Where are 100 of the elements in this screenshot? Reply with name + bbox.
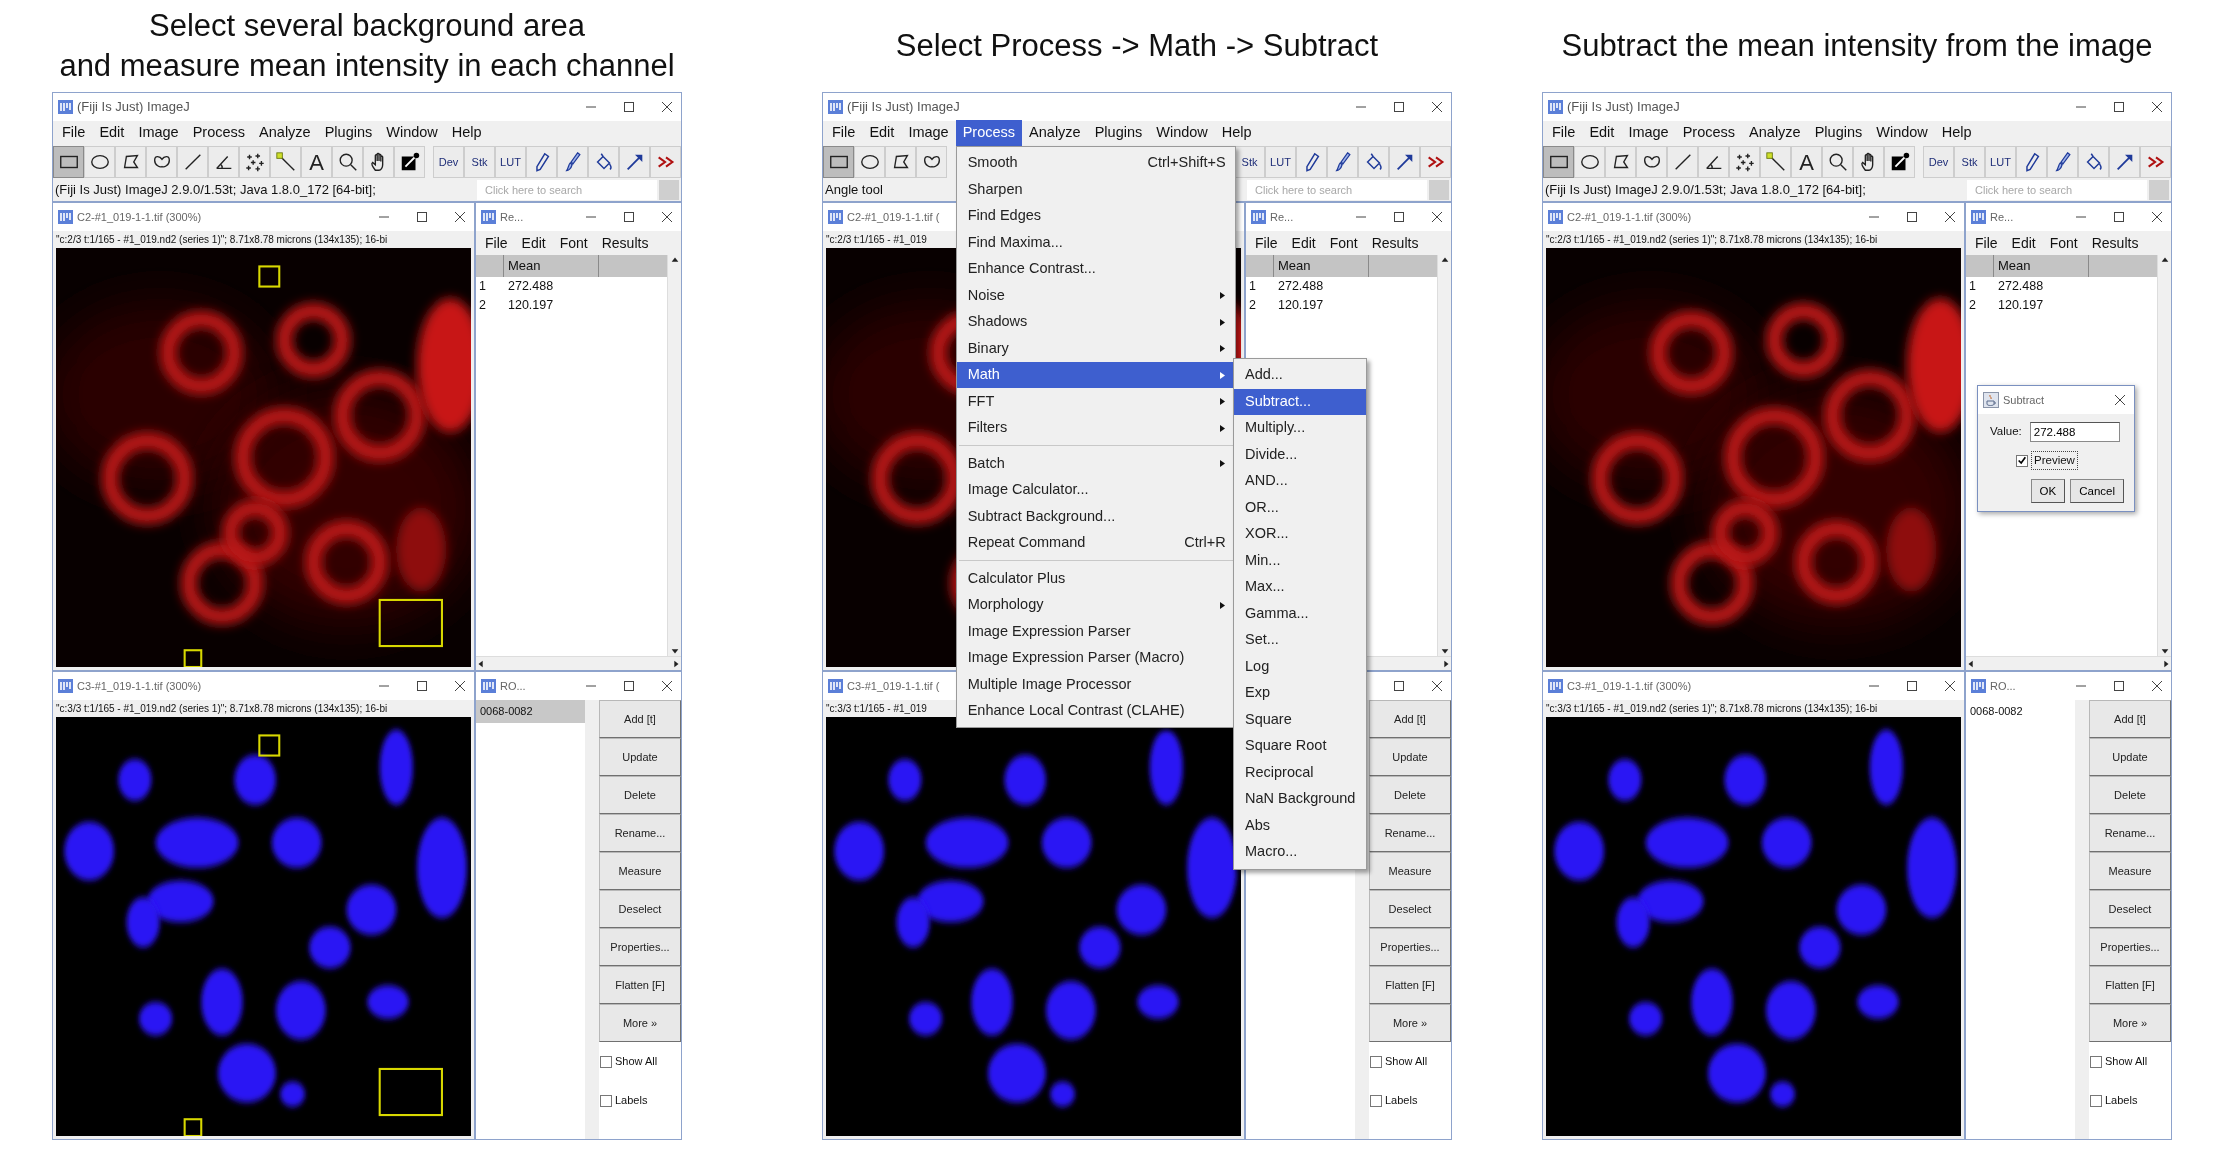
maximize-icon[interactable] <box>2113 680 2125 692</box>
tool-button[interactable]: LUT <box>1265 146 1296 178</box>
menu-item[interactable]: Smooth Ctrl+Shift+S <box>956 149 1235 177</box>
menu-item[interactable]: Multiply... <box>1234 415 1366 442</box>
command-button[interactable]: More » <box>599 1004 681 1042</box>
tool-button[interactable]: A <box>1791 146 1822 178</box>
tool-button[interactable] <box>1636 146 1667 178</box>
menu-item[interactable]: Binary <box>956 335 1235 362</box>
command-button[interactable]: Delete <box>2089 776 2171 814</box>
menu-item[interactable]: Morphology <box>956 591 1235 619</box>
menu-item[interactable]: Process <box>955 120 1023 146</box>
scroll-right-icon[interactable] <box>2161 658 2171 669</box>
maximize-icon[interactable] <box>623 211 635 223</box>
checkbox[interactable] <box>1370 1055 1382 1068</box>
tool-button[interactable] <box>2016 146 2047 178</box>
menu-item[interactable]: File <box>825 120 863 146</box>
close-icon[interactable] <box>1944 211 1956 223</box>
menu-item[interactable]: Subtract Background... <box>956 503 1235 530</box>
list-item[interactable]: 0068-0082 <box>1966 700 2075 723</box>
menu-item[interactable]: Sharpen <box>956 176 1235 203</box>
command-button[interactable]: Flatten [F] <box>2089 966 2171 1004</box>
menu-item[interactable]: Window <box>379 120 445 146</box>
maximize-icon[interactable] <box>1906 211 1918 223</box>
menu-item[interactable]: Image <box>1621 120 1676 146</box>
roi-outline[interactable] <box>378 598 443 648</box>
close-icon[interactable] <box>1944 680 1956 692</box>
tool-button[interactable] <box>1327 146 1358 178</box>
tool-button[interactable] <box>1420 146 1451 178</box>
menu-item[interactable]: Image <box>131 120 186 146</box>
tool-button[interactable] <box>363 146 394 178</box>
command-button[interactable]: Deselect <box>2089 890 2171 928</box>
menu-item[interactable]: Find Maxima... <box>956 229 1235 256</box>
menu-item[interactable]: Abs <box>1234 812 1366 839</box>
tool-button[interactable]: LUT <box>1985 146 2016 178</box>
menu-item[interactable]: Calculator Plus <box>956 565 1235 592</box>
menu-item[interactable]: Square Root <box>1234 733 1366 760</box>
menu-item[interactable]: File <box>1545 120 1583 146</box>
maximize-icon[interactable] <box>623 101 635 113</box>
menu-item[interactable]: File <box>1968 230 2005 256</box>
tool-button[interactable] <box>394 146 425 178</box>
command-button[interactable]: More » <box>2089 1004 2171 1042</box>
menu-item[interactable]: Image Expression Parser <box>956 618 1235 645</box>
menu-item[interactable]: Gamma... <box>1234 600 1366 627</box>
menu-item[interactable]: Enhance Contrast... <box>956 255 1235 283</box>
command-button[interactable]: Deselect <box>599 890 681 928</box>
command-button[interactable]: Flatten [F] <box>1369 966 1451 1004</box>
maximize-icon[interactable] <box>2113 211 2125 223</box>
menu-item[interactable]: Min... <box>1234 547 1366 574</box>
command-button[interactable]: Flatten [F] <box>599 966 681 1004</box>
tool-button[interactable] <box>1884 146 1915 178</box>
menu-item[interactable]: Enhance Local Contrast (CLAHE) <box>956 697 1235 725</box>
vertical-scrollbar[interactable] <box>1437 255 1451 656</box>
menu-item[interactable]: Help <box>444 120 489 146</box>
menu-item[interactable]: Subtract... <box>1234 388 1366 415</box>
tool-button[interactable] <box>1296 146 1327 178</box>
tool-button[interactable]: Stk <box>1234 146 1265 178</box>
command-button[interactable]: Update <box>1369 738 1451 776</box>
checkbox[interactable] <box>600 1094 612 1107</box>
maximize-icon[interactable] <box>2113 101 2125 113</box>
tool-button[interactable] <box>332 146 363 178</box>
scroll-up-icon[interactable] <box>2159 255 2170 265</box>
roi-outline[interactable] <box>258 734 281 757</box>
menu-item[interactable]: Noise <box>956 282 1235 309</box>
tool-button[interactable] <box>2109 146 2140 178</box>
tool-button[interactable]: Stk <box>464 146 495 178</box>
scroll-right-icon[interactable] <box>671 658 681 669</box>
tool-button[interactable] <box>53 146 84 178</box>
menu-item[interactable]: Font <box>1322 230 1365 256</box>
menu-item[interactable]: Edit <box>1582 120 1622 146</box>
tool-button[interactable] <box>1698 146 1729 178</box>
maximize-icon[interactable] <box>1393 680 1405 692</box>
menu-item[interactable]: Font <box>552 230 595 256</box>
menu-item[interactable]: Edit <box>92 120 132 146</box>
maximize-icon[interactable] <box>416 211 428 223</box>
menu-item[interactable]: XOR... <box>1234 521 1366 548</box>
menu-item[interactable]: Process <box>1675 120 1743 146</box>
menu-item[interactable]: Edit <box>1284 230 1323 256</box>
menu-item[interactable]: File <box>55 120 93 146</box>
command-button[interactable]: Update <box>2089 738 2171 776</box>
tool-button[interactable] <box>2078 146 2109 178</box>
menu-item[interactable]: Square <box>1234 706 1366 733</box>
close-icon[interactable] <box>661 680 673 692</box>
menu-item[interactable]: Reciprocal <box>1234 759 1366 786</box>
menu-item[interactable]: Repeat Command Ctrl+R <box>956 529 1235 557</box>
roi-outline[interactable] <box>183 649 203 667</box>
command-button[interactable]: Measure <box>599 852 681 890</box>
roi-outline[interactable] <box>378 1067 443 1117</box>
maximize-icon[interactable] <box>416 680 428 692</box>
command-button[interactable]: Update <box>599 738 681 776</box>
command-button[interactable]: More » <box>1369 1004 1451 1042</box>
tool-button[interactable] <box>208 146 239 178</box>
search-field[interactable]: Click here to search <box>1247 180 1427 200</box>
dialog-button[interactable]: OK <box>2030 479 2066 504</box>
tool-button[interactable] <box>1574 146 1605 178</box>
menu-item[interactable]: Window <box>1869 120 1935 146</box>
menu-item[interactable]: Set... <box>1234 627 1366 654</box>
menu-item[interactable]: Add... <box>1234 362 1366 389</box>
menu-item[interactable]: Results <box>1364 230 1426 256</box>
tool-button[interactable]: Dev <box>1923 146 1954 178</box>
tool-button[interactable] <box>854 146 885 178</box>
